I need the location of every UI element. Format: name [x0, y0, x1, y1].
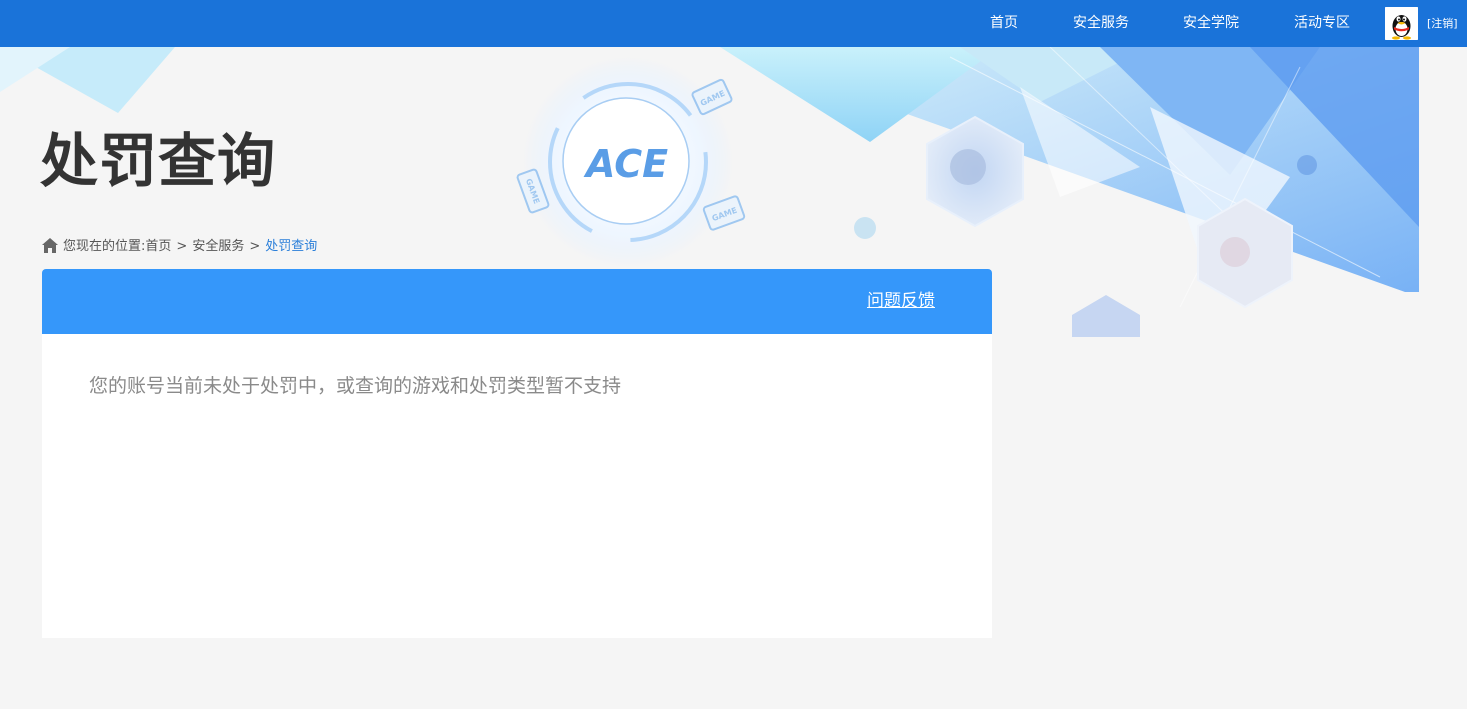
breadcrumb-link-security-service[interactable]: 安全服务 [192, 239, 244, 254]
nav-link-home[interactable]: 首页 [990, 0, 1018, 47]
breadcrumb: 您现在的位置:首页 > 安全服务 > 处罚查询 [42, 237, 317, 257]
page-title: 处罚查询 [40, 127, 277, 195]
panel-body: 您的账号当前未处于处罚中，或查询的游戏和处罚类型暂不支持 [42, 334, 992, 638]
breadcrumb-separator: > [249, 239, 261, 254]
home-icon [42, 238, 58, 260]
panel-header: 问题反馈 [42, 269, 992, 334]
penalty-status-message: 您的账号当前未处于处罚中，或查询的游戏和处罚类型暂不支持 [89, 375, 622, 397]
breadcrumb-link-home[interactable]: 首页 [145, 239, 171, 254]
breadcrumb-current: 处罚查询 [265, 239, 318, 254]
nav-link-events[interactable]: 活动专区 [1294, 0, 1350, 47]
nav-link-security-service[interactable]: 安全服务 [1073, 0, 1129, 47]
logout-link[interactable]: [注销] [1427, 0, 1458, 47]
nav-link-security-academy[interactable]: 安全学院 [1183, 0, 1239, 47]
qq-penguin-icon [1385, 7, 1418, 40]
breadcrumb-prefix: 您现在的位置: [63, 239, 146, 254]
breadcrumb-separator: > [176, 239, 188, 254]
top-navbar: 首页 安全服务 安全学院 活动专区 [注销] [0, 0, 1467, 47]
avatar[interactable] [1385, 7, 1418, 40]
ace-logo: ACE [583, 142, 668, 186]
feedback-link[interactable]: 问题反馈 [867, 269, 935, 334]
